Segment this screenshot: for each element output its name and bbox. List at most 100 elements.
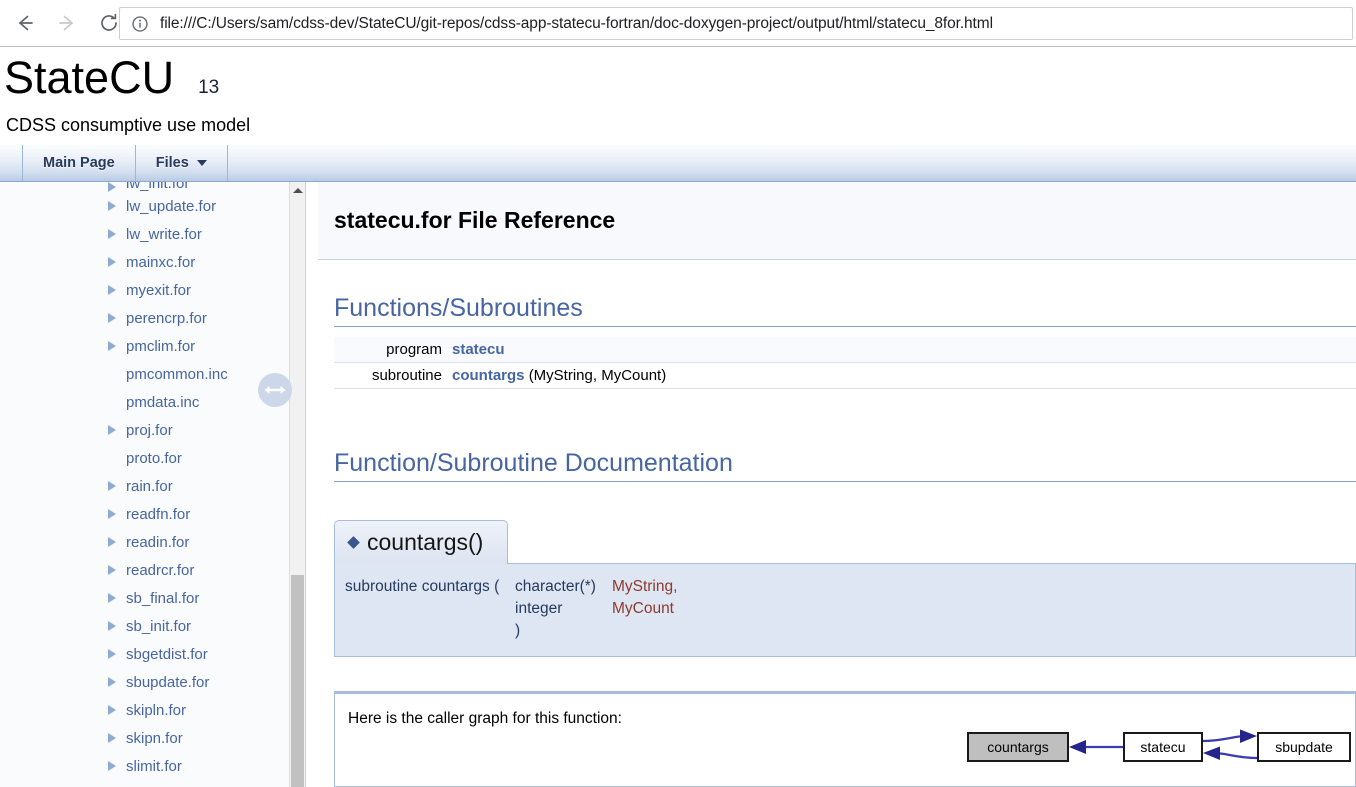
sidebar-item-label: myexit.for	[126, 282, 191, 299]
member-args: (MyString, MyCount)	[529, 367, 667, 384]
tab-files[interactable]: Files	[136, 145, 228, 181]
prototype-lead: subroutine countargs (	[345, 576, 515, 598]
chevron-right-icon[interactable]	[108, 565, 116, 575]
chevron-right-icon[interactable]	[108, 313, 116, 323]
sidebar-item-label: readfn.for	[126, 506, 190, 523]
member-prototype: subroutine countargs ( character(*) MySt…	[334, 563, 1356, 657]
sidebar-item-label: sb_final.for	[126, 590, 199, 607]
chevron-right-icon[interactable]	[108, 481, 116, 491]
sidebar-item-proj-for[interactable]: proj.for	[0, 416, 288, 444]
address-bar[interactable]: file:///C:/Users/sam/cdss-dev/StateCU/gi…	[119, 7, 1353, 40]
member-documentation: Here is the caller graph for this functi…	[334, 694, 1356, 787]
sidebar: lw_init.for lw_update.for lw_write.formain…	[0, 182, 306, 787]
sidebar-item-pmclim-for[interactable]: pmclim.for	[0, 332, 288, 360]
prototype-spacer	[345, 598, 515, 620]
chevron-right-icon[interactable]	[108, 285, 116, 295]
sidebar-item-lw-write-for[interactable]: lw_write.for	[0, 220, 288, 248]
chevron-right-icon[interactable]	[108, 621, 116, 631]
chevron-right-icon[interactable]	[108, 509, 116, 519]
chevron-right-icon[interactable]	[108, 182, 116, 192]
scroll-up-arrow-icon[interactable]	[290, 182, 305, 199]
chevron-right-icon[interactable]	[108, 677, 116, 687]
sidebar-item-label: slimit.for	[126, 758, 182, 775]
doc-content: statecu.for File Reference Functions/Sub…	[307, 182, 1356, 787]
sidebar-item-sb-final-for[interactable]: sb_final.for	[0, 584, 288, 612]
sidebar-item-skipln-for[interactable]: skipln.for	[0, 696, 288, 724]
member-link[interactable]: countargs	[452, 367, 525, 384]
chevron-right-icon[interactable]	[108, 733, 116, 743]
url-text[interactable]: file:///C:/Users/sam/cdss-dev/StateCU/gi…	[160, 15, 993, 33]
caller-graph-caption: Here is the caller graph for this functi…	[348, 710, 622, 727]
chevron-right-icon[interactable]	[108, 537, 116, 547]
sidebar-item-proto-for[interactable]: proto.for	[0, 444, 288, 472]
sidebar-item-label: skipn.for	[126, 730, 183, 747]
sidebar-item-rain-for[interactable]: rain.for	[0, 472, 288, 500]
sidebar-item-label: perencrp.for	[126, 310, 207, 327]
chevron-right-icon[interactable]	[108, 229, 116, 239]
chevron-right-icon[interactable]	[108, 705, 116, 715]
sidebar-item-label: pmdata.inc	[126, 394, 199, 411]
graph-node-statecu[interactable]: statecu	[1123, 732, 1203, 762]
param-type-1: integer	[515, 598, 612, 620]
sidebar-item-partial[interactable]: lw_init.for	[0, 182, 288, 192]
prototype-closing-paren: )	[515, 620, 612, 642]
sidebar-item-readfn-for[interactable]: readfn.for	[0, 500, 288, 528]
project-name: StateCU	[4, 55, 174, 100]
sidebar-item-perencrp-for[interactable]: perencrp.for	[0, 304, 288, 332]
member-declarations-table: programstatecu subroutinecountargs (MySt…	[334, 337, 1356, 389]
chevron-right-icon[interactable]	[108, 257, 116, 267]
sidebar-item-label: skipln.for	[126, 702, 186, 719]
prototype-row: integer MyCount	[345, 598, 677, 620]
sidebar-item-readin-for[interactable]: readin.for	[0, 528, 288, 556]
chevron-right-icon[interactable]	[108, 425, 116, 435]
chevron-right-icon[interactable]	[108, 201, 116, 211]
sidebar-item-sbupdate-for[interactable]: sbupdate.for	[0, 668, 288, 696]
prototype-row: )	[345, 620, 677, 642]
sidebar-item-myexit-for[interactable]: myexit.for	[0, 276, 288, 304]
page-title: statecu.for File Reference	[334, 207, 615, 234]
project-header: StateCU 13 CDSS consumptive use model	[0, 47, 1356, 145]
sidebar-scrollbar[interactable]	[289, 182, 305, 787]
sidebar-rail	[305, 182, 306, 787]
main-navigation-tabs: Main Page Files	[0, 145, 1356, 182]
sidebar-item-sbgetdist-for[interactable]: sbgetdist.for	[0, 640, 288, 668]
member-type: program	[334, 337, 452, 363]
sidebar-item-sb-init-for[interactable]: sb_init.for	[0, 612, 288, 640]
back-button[interactable]	[8, 6, 42, 40]
sidebar-scrollbar-thumb[interactable]	[291, 575, 304, 787]
sidebar-item-lw-update-for[interactable]: lw_update.for	[0, 192, 288, 220]
graph-node-sbupdate[interactable]: sbupdate	[1257, 732, 1351, 762]
graph-node-countargs[interactable]: countargs	[967, 732, 1069, 762]
info-circle-icon[interactable]	[131, 15, 149, 33]
sidebar-item-label: sbupdate.for	[126, 674, 209, 691]
graph-node-statecu-label: statecu	[1140, 739, 1185, 755]
sidebar-item-skipn-for[interactable]: skipn.for	[0, 724, 288, 752]
chevron-right-icon[interactable]	[108, 341, 116, 351]
sidebar-item-pmcommon-inc[interactable]: pmcommon.inc	[0, 360, 288, 388]
forward-arrow-icon	[56, 12, 78, 34]
sidebar-item-label: lw_update.for	[126, 198, 216, 215]
title-area: statecu.for File Reference	[318, 182, 1356, 260]
sidebar-item-mainxc-for[interactable]: mainxc.for	[0, 248, 288, 276]
sidebar-item-label: lw_write.for	[126, 226, 202, 243]
tab-main-page[interactable]: Main Page	[22, 145, 136, 181]
chevron-right-icon[interactable]	[108, 593, 116, 603]
member-link[interactable]: statecu	[452, 341, 505, 358]
member-title-label: countargs()	[367, 529, 483, 556]
chevron-right-icon[interactable]	[108, 761, 116, 771]
file-tree[interactable]: lw_init.for lw_update.for lw_write.formain…	[0, 182, 288, 787]
sidebar-item-slimit-for[interactable]: slimit.for	[0, 752, 288, 780]
param-type-0: character(*)	[515, 576, 612, 598]
table-row: programstatecu	[334, 337, 1356, 363]
sidebar-item-label: readin.for	[126, 534, 189, 551]
chevron-right-icon[interactable]	[108, 649, 116, 659]
diamond-bullet-icon	[347, 536, 360, 549]
caller-graph[interactable]: countargs statecu sbupdate	[923, 722, 1343, 772]
project-brief: CDSS consumptive use model	[6, 115, 250, 136]
sidebar-item-label: lw_init.for	[126, 182, 189, 192]
sidebar-item-readrcr-for[interactable]: readrcr.for	[0, 556, 288, 584]
sidebar-resize-handle[interactable]	[258, 373, 292, 407]
sidebar-item-label: rain.for	[126, 478, 173, 495]
chevron-down-icon	[197, 160, 207, 166]
sidebar-item-pmdata-inc[interactable]: pmdata.inc	[0, 388, 288, 416]
